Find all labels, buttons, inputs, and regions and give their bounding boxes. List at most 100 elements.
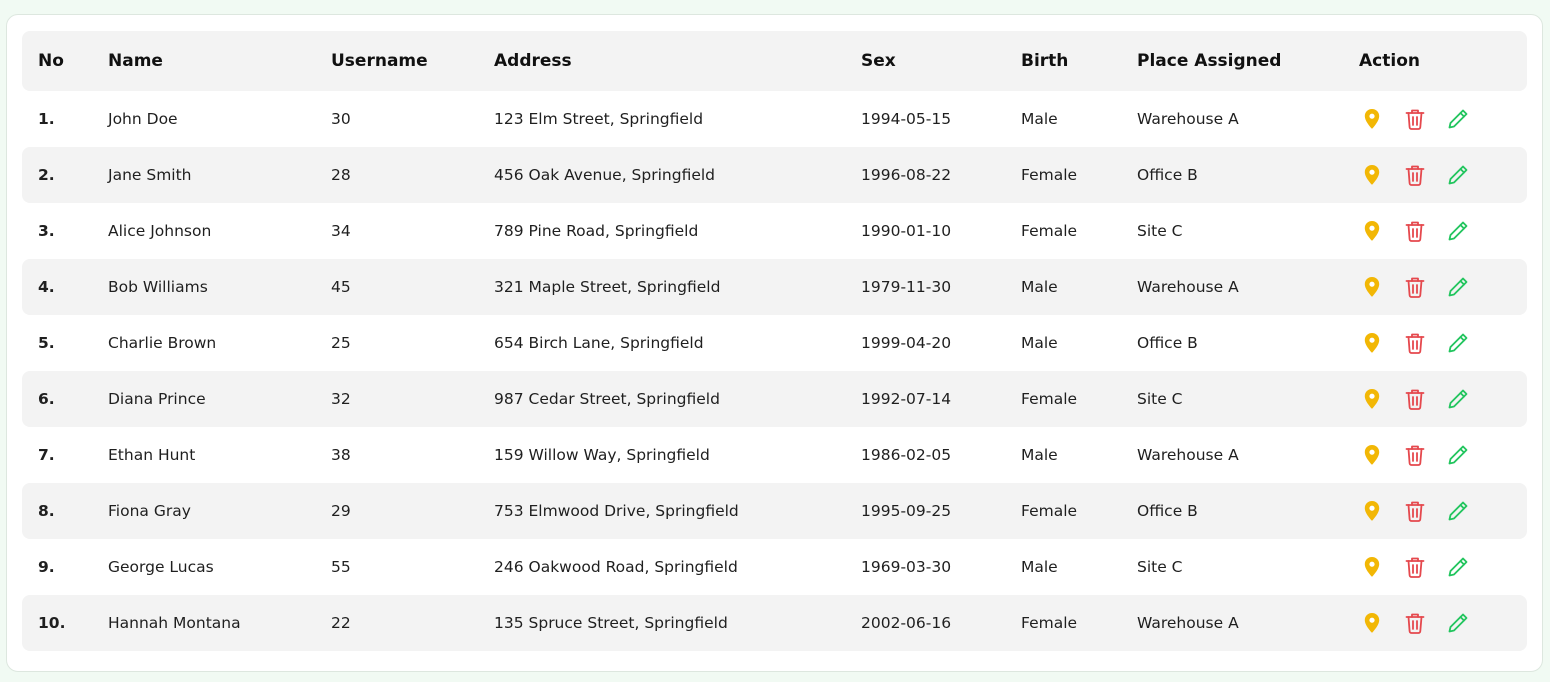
- location-pin-button[interactable]: [1359, 554, 1385, 580]
- location-pin-icon: [1364, 501, 1380, 521]
- cell-actions: [1343, 147, 1527, 203]
- delete-button[interactable]: [1402, 610, 1428, 636]
- edit-button[interactable]: [1445, 162, 1471, 188]
- location-pin-icon: [1364, 445, 1380, 465]
- table-row[interactable]: 5. Charlie Brown 25 654 Birch Lane, Spri…: [22, 315, 1527, 371]
- delete-button[interactable]: [1402, 330, 1428, 356]
- location-pin-button[interactable]: [1359, 498, 1385, 524]
- location-pin-icon: [1364, 613, 1380, 633]
- delete-button[interactable]: [1402, 442, 1428, 468]
- row-actions: [1359, 330, 1527, 356]
- cell-name: George Lucas: [108, 558, 214, 576]
- table-row[interactable]: 8. Fiona Gray 29 753 Elmwood Drive, Spri…: [22, 483, 1527, 539]
- cell-address: 654 Birch Lane, Springfield: [494, 334, 704, 352]
- delete-button[interactable]: [1402, 106, 1428, 132]
- cell-sex: 1995-09-25: [845, 483, 1005, 539]
- cell-address: 159 Willow Way, Springfield: [494, 446, 710, 464]
- location-pin-button[interactable]: [1359, 218, 1385, 244]
- edit-button[interactable]: [1445, 610, 1471, 636]
- edit-button[interactable]: [1445, 218, 1471, 244]
- edit-button[interactable]: [1445, 442, 1471, 468]
- delete-button[interactable]: [1402, 274, 1428, 300]
- cell-actions: [1343, 91, 1527, 147]
- cell-name: Diana Prince: [92, 371, 315, 427]
- row-number: 10.: [22, 595, 92, 651]
- cell-actions: [1343, 539, 1527, 595]
- table-row[interactable]: 9. George Lucas 55 246 Oakwood Road, Spr…: [22, 539, 1527, 595]
- col-header-no[interactable]: No: [22, 31, 92, 91]
- edit-button[interactable]: [1445, 554, 1471, 580]
- location-pin-button[interactable]: [1359, 610, 1385, 636]
- pencil-icon: [1448, 221, 1468, 241]
- cell-actions: [1343, 259, 1527, 315]
- location-pin-button[interactable]: [1359, 162, 1385, 188]
- cell-place-assigned: Office B: [1121, 147, 1343, 203]
- cell-place-assigned: Site C: [1137, 222, 1183, 240]
- row-number: 5.: [38, 334, 55, 352]
- table-row[interactable]: 2. Jane Smith 28 456 Oak Avenue, Springf…: [22, 147, 1527, 203]
- cell-name: Ethan Hunt: [108, 446, 196, 464]
- col-header-place-assigned[interactable]: Place Assigned: [1121, 31, 1343, 91]
- cell-sex: 1986-02-05: [861, 446, 952, 464]
- cell-sex: 1990-01-10: [861, 222, 952, 240]
- col-header-birth[interactable]: Birth: [1005, 31, 1121, 91]
- cell-name: Charlie Brown: [108, 334, 217, 352]
- cell-sex: 1994-05-15: [861, 110, 952, 128]
- row-actions: [1359, 386, 1527, 412]
- cell-birth: Female: [1005, 483, 1121, 539]
- location-pin-button[interactable]: [1359, 386, 1385, 412]
- table-row[interactable]: 7. Ethan Hunt 38 159 Willow Way, Springf…: [22, 427, 1527, 483]
- edit-button[interactable]: [1445, 386, 1471, 412]
- location-pin-icon: [1364, 277, 1380, 297]
- cell-username: 45: [315, 259, 478, 315]
- row-actions: [1359, 610, 1527, 636]
- cell-address: 789 Pine Road, Springfield: [494, 222, 699, 240]
- cell-address: 123 Elm Street, Springfield: [494, 110, 704, 128]
- delete-button[interactable]: [1402, 554, 1428, 580]
- cell-place-assigned: Warehouse A: [1121, 595, 1343, 651]
- delete-button[interactable]: [1402, 386, 1428, 412]
- cell-username: 34: [331, 222, 351, 240]
- col-header-address[interactable]: Address: [478, 31, 845, 91]
- pencil-icon: [1448, 557, 1468, 577]
- cell-username: 30: [331, 110, 351, 128]
- table-row[interactable]: 1. John Doe 30 123 Elm Street, Springfie…: [22, 91, 1527, 147]
- trash-icon: [1405, 445, 1425, 466]
- edit-button[interactable]: [1445, 330, 1471, 356]
- cell-address: 321 Maple Street, Springfield: [478, 259, 845, 315]
- cell-address: 246 Oakwood Road, Springfield: [494, 558, 738, 576]
- trash-icon: [1405, 389, 1425, 410]
- col-header-username[interactable]: Username: [315, 31, 478, 91]
- data-table-card: No Name Username Address Sex Birth Place…: [6, 14, 1543, 672]
- cell-birth: Female: [1005, 371, 1121, 427]
- table-row[interactable]: 6. Diana Prince 32 987 Cedar Street, Spr…: [22, 371, 1527, 427]
- row-number: 7.: [38, 446, 55, 464]
- cell-place-assigned: Site C: [1121, 371, 1343, 427]
- pencil-icon: [1448, 109, 1468, 129]
- cell-actions: [1343, 371, 1527, 427]
- trash-icon: [1405, 557, 1425, 578]
- row-number: 1.: [38, 110, 55, 128]
- trash-icon: [1405, 277, 1425, 298]
- location-pin-button[interactable]: [1359, 442, 1385, 468]
- location-pin-button[interactable]: [1359, 274, 1385, 300]
- location-pin-button[interactable]: [1359, 330, 1385, 356]
- edit-button[interactable]: [1445, 274, 1471, 300]
- delete-button[interactable]: [1402, 498, 1428, 524]
- delete-button[interactable]: [1402, 218, 1428, 244]
- location-pin-icon: [1364, 333, 1380, 353]
- location-pin-button[interactable]: [1359, 106, 1385, 132]
- cell-birth: Female: [1005, 147, 1121, 203]
- col-header-sex[interactable]: Sex: [845, 31, 1005, 91]
- col-header-name[interactable]: Name: [92, 31, 315, 91]
- edit-button[interactable]: [1445, 498, 1471, 524]
- cell-username: 22: [315, 595, 478, 651]
- table-row[interactable]: 3. Alice Johnson 34 789 Pine Road, Sprin…: [22, 203, 1527, 259]
- cell-place-assigned: Site C: [1137, 558, 1183, 576]
- location-pin-icon: [1364, 221, 1380, 241]
- table-row[interactable]: 10. Hannah Montana 22 135 Spruce Street,…: [22, 595, 1527, 651]
- delete-button[interactable]: [1402, 162, 1428, 188]
- edit-button[interactable]: [1445, 106, 1471, 132]
- table-row[interactable]: 4. Bob Williams 45 321 Maple Street, Spr…: [22, 259, 1527, 315]
- pencil-icon: [1448, 501, 1468, 521]
